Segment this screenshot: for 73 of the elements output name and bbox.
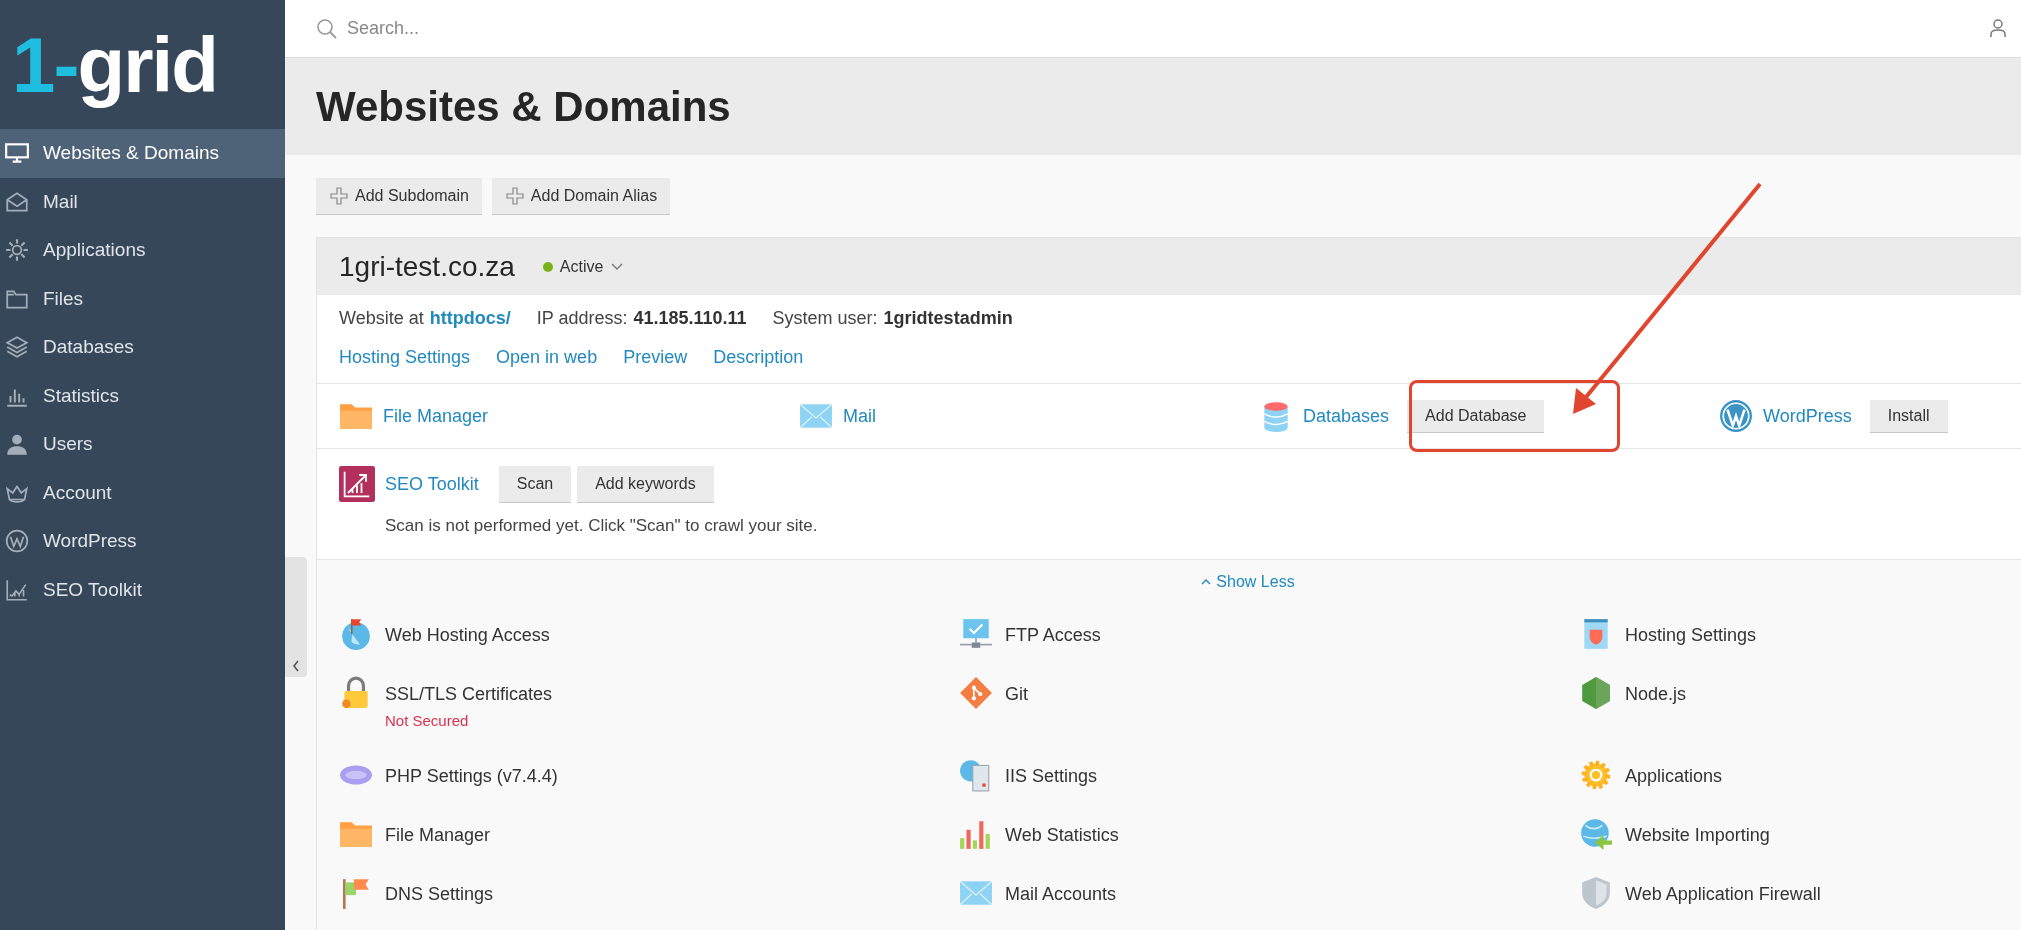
domain-link[interactable]: Preview	[623, 344, 688, 371]
feature-link[interactable]: PHP Settings (v7.4.4)	[385, 762, 558, 790]
globe-arrow-icon	[1579, 816, 1613, 851]
tool-button[interactable]: Add Database	[1407, 399, 1545, 433]
chevron-up-icon	[1201, 578, 1212, 586]
info-value: 1gridtestadmin	[883, 307, 1013, 330]
domain-link[interactable]: Open in web	[496, 344, 598, 371]
sidebar-item[interactable]: Users	[0, 420, 285, 469]
feature-link[interactable]: Web Hosting Access	[385, 622, 550, 649]
sidebar-item[interactable]: Files	[0, 274, 285, 323]
sidebar-item[interactable]: SEO Toolkit	[0, 565, 285, 614]
sidebar-item[interactable]: Account	[0, 468, 285, 517]
globe-flag-icon	[339, 617, 373, 651]
sidebar-item[interactable]: Applications	[0, 226, 285, 275]
tool-link[interactable]: Databases	[1303, 402, 1390, 430]
toolbar-button[interactable]: Add Domain Alias	[491, 178, 671, 215]
seo-button[interactable]: Add keywords	[577, 466, 714, 503]
sidebar-item[interactable]: Databases	[0, 323, 285, 372]
feature-link[interactable]: Applications	[1625, 762, 1723, 790]
feature-link[interactable]: Web Application Firewall	[1625, 880, 1821, 908]
collapse-handle[interactable]	[285, 557, 307, 677]
feature-link[interactable]: SSL/TLS Certificates	[385, 681, 553, 708]
sidebar-item[interactable]: Statistics	[0, 371, 285, 420]
page-title: Websites & Domains	[316, 82, 731, 132]
tool-link[interactable]: SEO Toolkit	[385, 471, 479, 498]
tool-button[interactable]: Install	[1869, 399, 1948, 433]
feature-link[interactable]: DNS Settings	[385, 880, 494, 908]
feature-link[interactable]: Mail Accounts	[1005, 880, 1117, 908]
info-label: IP address:	[536, 307, 628, 330]
diamond-branch-icon	[959, 676, 993, 710]
shield-icon	[1579, 875, 1613, 910]
feature-link[interactable]: Website Importing	[1625, 821, 1770, 849]
sidebar-item[interactable]: Websites & Domains	[0, 129, 285, 178]
seo-button[interactable]: Scan	[498, 466, 572, 503]
feature-link[interactable]: FTP Access	[1005, 622, 1101, 649]
chevron-down-icon	[610, 261, 625, 272]
path-link[interactable]: httpdocs/	[429, 305, 511, 332]
search-icon	[315, 16, 339, 41]
info-label: Website at	[339, 307, 424, 330]
plus-icon	[329, 186, 349, 206]
wordpress-icon	[4, 528, 30, 555]
plus-icon	[504, 186, 525, 206]
warning-note: Not Secured	[385, 711, 470, 731]
feature-link[interactable]: File Manager	[385, 821, 491, 849]
feature-link[interactable]: Web Statistics	[1005, 821, 1119, 849]
rising-chart-icon	[339, 466, 375, 502]
user-icon	[1989, 18, 2007, 38]
chevron-left-icon	[291, 659, 301, 673]
sidebar-item[interactable]: WordPress	[0, 517, 285, 566]
feature-link[interactable]: Node.js	[1625, 681, 1687, 708]
status-dot	[542, 261, 553, 272]
scan-note: Scan is not performed yet. Click "Scan" to crawl your site.	[385, 515, 818, 537]
logo: 1-grid	[11, 19, 218, 111]
status-dropdown[interactable]: Active	[542, 254, 625, 279]
hexagon-icon	[1579, 676, 1613, 710]
wordpress-icon	[1719, 399, 1753, 433]
domain-name: 1gri-test.co.za	[339, 249, 515, 284]
domain-link[interactable]: Hosting Settings	[339, 344, 471, 371]
tool-link[interactable]: WordPress	[1763, 402, 1852, 430]
network-monitor-icon	[959, 617, 993, 651]
info-value: 41.185.110.11	[633, 307, 747, 330]
tool-link[interactable]: Mail	[843, 402, 876, 430]
toolbar-button[interactable]: Add Subdomain	[316, 178, 482, 215]
feature-link[interactable]: Git	[1005, 681, 1028, 708]
show-less-link[interactable]: Show Less	[1201, 570, 1295, 594]
feature-link[interactable]: Hosting Settings	[1625, 622, 1757, 649]
search-field[interactable]: Search...	[347, 11, 747, 46]
tool-link[interactable]: File Manager	[383, 402, 489, 430]
gear-icon	[4, 237, 30, 264]
sidebar-item[interactable]: Mail	[0, 177, 285, 226]
info-label: System user:	[772, 307, 878, 330]
domain-link[interactable]: Description	[713, 344, 804, 371]
feature-link[interactable]: IIS Settings	[1005, 762, 1098, 790]
